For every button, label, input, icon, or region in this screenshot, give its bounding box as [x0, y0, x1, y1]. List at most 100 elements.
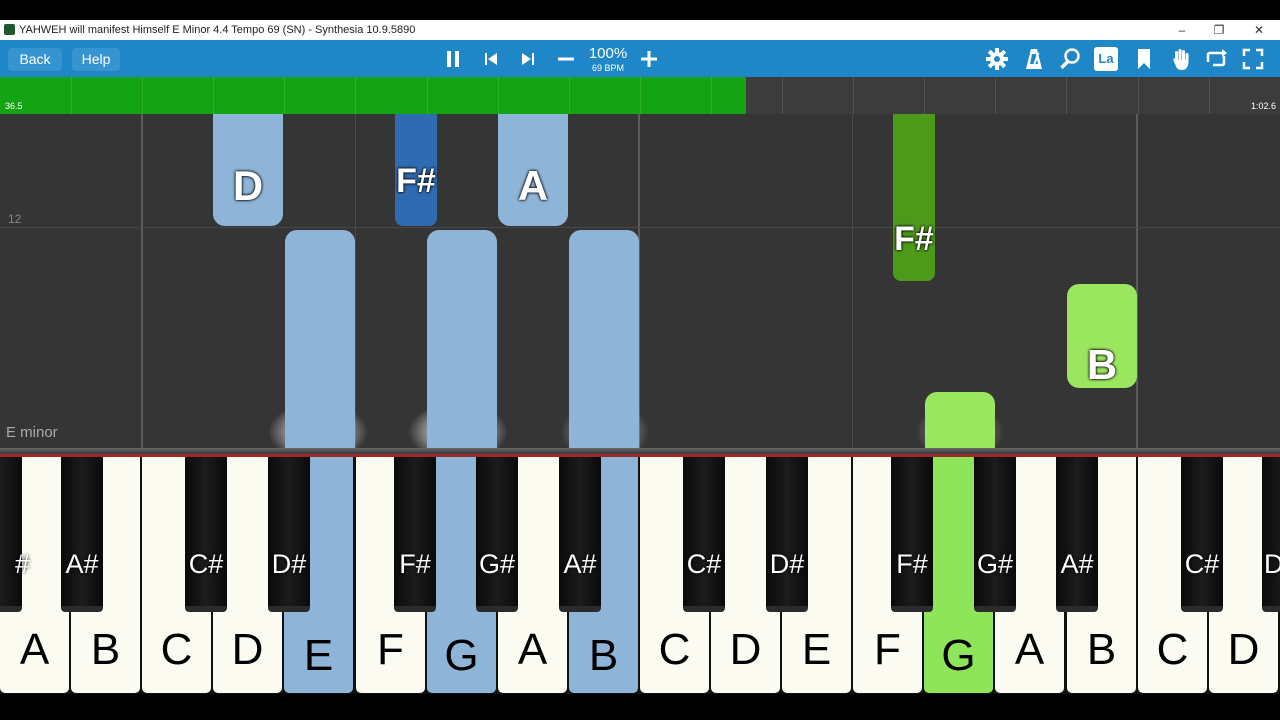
white-key-label: C: [160, 625, 193, 674]
octave-line: [355, 114, 356, 448]
black-key-label: C#: [686, 549, 722, 579]
loop-icon[interactable]: [1203, 46, 1229, 72]
falling-note: F#: [395, 114, 437, 226]
speed-readout: 100% 69 BPM: [582, 46, 634, 74]
help-label: Help: [81, 51, 111, 67]
white-key-label: D: [729, 625, 762, 674]
white-key-label: A: [517, 625, 548, 674]
falling-note-label: F#: [894, 220, 934, 258]
progress-tick: [498, 77, 499, 114]
black-key-label: G#: [976, 549, 1014, 579]
white-key-label: B: [90, 625, 121, 674]
fullscreen-icon[interactable]: [1240, 46, 1266, 72]
measure-line: [141, 114, 143, 448]
metronome-icon[interactable]: [1021, 46, 1047, 72]
white-key-label: F: [874, 625, 901, 674]
toolbar: Back Help 100% 69 BPM La: [0, 40, 1280, 77]
bookmark-icon[interactable]: [1131, 46, 1157, 72]
black-key[interactable]: A#: [1056, 457, 1098, 612]
black-key-label: A#: [65, 549, 99, 579]
progress-fill: [0, 77, 747, 114]
black-key-label: F#: [896, 549, 928, 579]
black-key[interactable]: C#: [1181, 457, 1223, 612]
progress-tick: [284, 77, 285, 114]
black-key-label: #: [14, 549, 30, 579]
black-key[interactable]: G#: [974, 457, 1016, 612]
song-progress-bar[interactable]: 36.5 1:02.6: [0, 77, 1280, 114]
next-icon[interactable]: [515, 46, 541, 72]
pause-icon[interactable]: [440, 46, 466, 72]
white-key-label: E: [303, 631, 334, 680]
black-key-label: C#: [188, 549, 224, 579]
note-label-icon[interactable]: La: [1094, 47, 1118, 71]
minimize-button[interactable]: –: [1163, 20, 1201, 40]
white-key-label: D: [231, 625, 264, 674]
black-key[interactable]: #: [0, 457, 30, 612]
measure-line: [1136, 114, 1138, 448]
black-key-label: F#: [399, 549, 431, 579]
close-button[interactable]: ✕: [1240, 20, 1278, 40]
progress-tick: [569, 77, 570, 114]
progress-tick: [995, 77, 996, 114]
back-button[interactable]: Back: [8, 48, 62, 71]
app-icon: [4, 24, 15, 35]
black-key-label: C#: [1184, 549, 1220, 579]
black-key[interactable]: D#: [766, 457, 808, 612]
progress-tick: [355, 77, 356, 114]
gear-icon[interactable]: [984, 46, 1010, 72]
falling-note-label: A: [517, 162, 549, 209]
black-key-label: D#: [769, 549, 805, 579]
black-key[interactable]: F#: [891, 457, 933, 612]
falling-note: [285, 230, 355, 448]
octave-line: [852, 114, 853, 448]
black-key[interactable]: D#: [268, 457, 310, 612]
help-button[interactable]: Help: [72, 48, 120, 71]
previous-icon[interactable]: [478, 46, 504, 72]
falling-note-label: B: [1086, 341, 1118, 388]
progress-tick: [924, 77, 925, 114]
black-key-label: A#: [1060, 549, 1094, 579]
white-key-label: B: [588, 631, 619, 680]
progress-tick: [1209, 77, 1210, 114]
minus-icon[interactable]: [553, 46, 579, 72]
progress-tick: [853, 77, 854, 114]
white-key-label: D: [1227, 625, 1260, 674]
progress-tick: [640, 77, 641, 114]
falling-note: F#: [893, 114, 935, 281]
note-label-button-text: La: [1098, 51, 1114, 66]
progress-tick: [711, 77, 712, 114]
black-key[interactable]: A#: [559, 457, 601, 612]
progress-tick: [782, 77, 783, 114]
current-time: 36.5: [5, 101, 23, 111]
tempo-bpm: 69 BPM: [591, 63, 624, 73]
falling-note: [569, 230, 639, 448]
bottom-bar: [0, 694, 1280, 720]
measure-number: 12: [8, 212, 22, 226]
progress-tick: [1066, 77, 1067, 114]
falling-notes-area: 12 E minor D F# A F# B: [0, 114, 1280, 448]
black-key-label: G#: [478, 549, 516, 579]
black-key[interactable]: C#: [185, 457, 227, 612]
window-title: YAHWEH will manifest Himself E Minor 4.4…: [19, 24, 416, 36]
magnifier-icon[interactable]: [1057, 46, 1083, 72]
white-key-label: G: [444, 631, 479, 680]
black-key[interactable]: F#: [394, 457, 436, 612]
black-key-label: D#: [271, 549, 307, 579]
falling-note: [925, 392, 995, 448]
falling-note: B: [1067, 284, 1137, 388]
window-title-bar: YAHWEH will manifest Himself E Minor 4.4…: [0, 20, 1280, 40]
restore-button[interactable]: ❐: [1200, 20, 1238, 40]
progress-tick: [427, 77, 428, 114]
white-key-label: E: [801, 625, 832, 674]
progress-tick: [142, 77, 143, 114]
falling-note: D: [213, 114, 283, 226]
black-key[interactable]: C#: [683, 457, 725, 612]
hand-icon[interactable]: [1167, 46, 1193, 72]
black-key[interactable]: G#: [476, 457, 518, 612]
plus-icon[interactable]: [636, 46, 662, 72]
black-key[interactable]: A#: [61, 457, 103, 612]
speed-percent: 100%: [588, 45, 628, 62]
black-key[interactable]: D: [1262, 457, 1280, 612]
black-key-label: A#: [563, 549, 597, 579]
progress-tick: [213, 77, 214, 114]
